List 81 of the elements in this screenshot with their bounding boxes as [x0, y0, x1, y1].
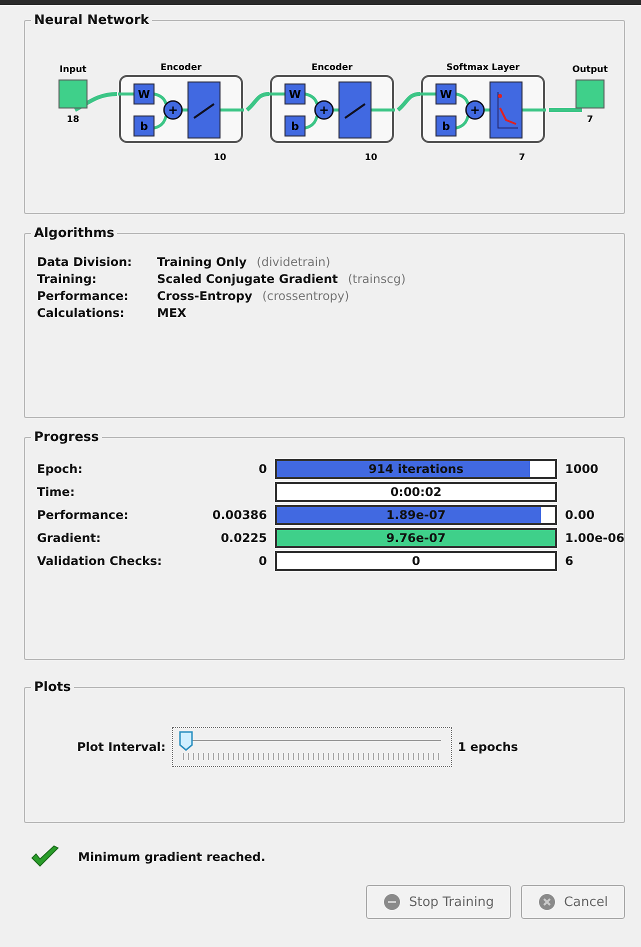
weight-symbol: W — [138, 88, 150, 101]
weight-symbol: W — [440, 88, 452, 101]
bias-symbol: b — [442, 120, 450, 133]
bar-value: 914 iterations — [367, 461, 464, 477]
bar-value: 0:00:02 — [389, 484, 443, 500]
metric-label: Time: — [37, 485, 76, 499]
sum-symbol: + — [168, 103, 178, 117]
output-label: Output — [572, 65, 608, 75]
slider-reading: 1 epochs — [458, 740, 518, 754]
sum-node — [465, 100, 485, 120]
end-value: 1000 — [565, 462, 600, 476]
panel-title: Plots — [33, 680, 72, 695]
weight-box — [134, 84, 154, 104]
input-node — [58, 80, 88, 108]
start-value: 0.0225 — [220, 531, 267, 545]
layer-title: Encoder — [160, 63, 202, 73]
input-size: 18 — [66, 115, 80, 125]
output-node — [576, 80, 604, 108]
connection-line — [549, 108, 582, 112]
bar-value: 0 — [410, 553, 422, 569]
sum-node — [163, 100, 183, 120]
bar-value: 9.76e-07 — [385, 530, 447, 546]
bar-value: 1.89e-07 — [385, 507, 447, 523]
field-label: Training: — [37, 272, 98, 286]
weight-box — [436, 84, 456, 104]
field-value: Cross-Entropy — [157, 289, 252, 303]
linear-line-icon — [193, 103, 215, 119]
bias-box — [284, 116, 306, 136]
layer-size: 10 — [364, 153, 378, 163]
metric-label: Gradient: — [37, 531, 102, 545]
panel-title: Neural Network — [33, 13, 150, 28]
end-value: 0.00 — [565, 508, 596, 522]
weight-symbol: W — [288, 88, 302, 101]
bias-symbol: b — [140, 120, 148, 133]
metric-label: Epoch: — [37, 462, 84, 476]
softmax-graph-icon — [498, 92, 518, 128]
start-value: 0 — [258, 462, 267, 476]
sum-node — [314, 100, 334, 120]
plot-interval-slider[interactable] — [172, 727, 452, 767]
output-size: 7 — [586, 115, 594, 125]
sum-symbol: + — [318, 103, 330, 117]
checkmark-icon — [30, 845, 60, 869]
layer-title: Encoder — [311, 63, 353, 73]
function-name: (trainscg) — [348, 272, 406, 286]
metric-label: Validation Checks: — [37, 554, 163, 568]
field-value: MEX — [157, 306, 186, 320]
linear-line-icon — [344, 103, 366, 119]
layer-size: 10 — [214, 153, 226, 163]
start-value: 0.00386 — [211, 508, 267, 522]
bias-box — [134, 116, 154, 136]
weight-box — [284, 84, 306, 104]
cancel-icon — [538, 893, 556, 911]
layer-title: Softmax Layer — [446, 63, 520, 73]
transfer-box — [188, 82, 220, 138]
connection-line — [74, 92, 118, 112]
function-name: (dividetrain) — [256, 255, 330, 269]
transfer-box — [338, 82, 372, 138]
status-message: Minimum gradient reached. — [78, 850, 266, 864]
field-label: Data Division: — [37, 255, 133, 269]
slider-label: Plot Interval: — [77, 740, 166, 754]
transfer-box — [490, 82, 522, 138]
panel-title: Progress — [33, 430, 100, 445]
connection-line — [246, 92, 270, 112]
start-value: 0 — [258, 554, 267, 568]
input-label: Input — [60, 65, 86, 75]
end-value: 6 — [565, 554, 574, 568]
metric-label: Performance: — [37, 508, 130, 522]
sum-symbol: + — [470, 103, 480, 117]
function-name: (crossentropy) — [262, 289, 350, 303]
stop-icon — [382, 893, 401, 911]
bias-symbol: b — [291, 120, 299, 133]
field-value: Training Only — [157, 255, 247, 269]
field-label: Performance: — [37, 289, 130, 303]
connection-line — [396, 92, 420, 112]
panel-title: Algorithms — [33, 226, 116, 241]
field-label: Calculations: — [37, 306, 126, 320]
layer-size: 7 — [518, 153, 526, 163]
slider-thumb[interactable] — [178, 731, 193, 751]
bias-box — [436, 116, 456, 136]
field-value: Scaled Conjugate Gradient — [157, 272, 338, 286]
end-value: 1.00e-06 — [565, 531, 624, 545]
